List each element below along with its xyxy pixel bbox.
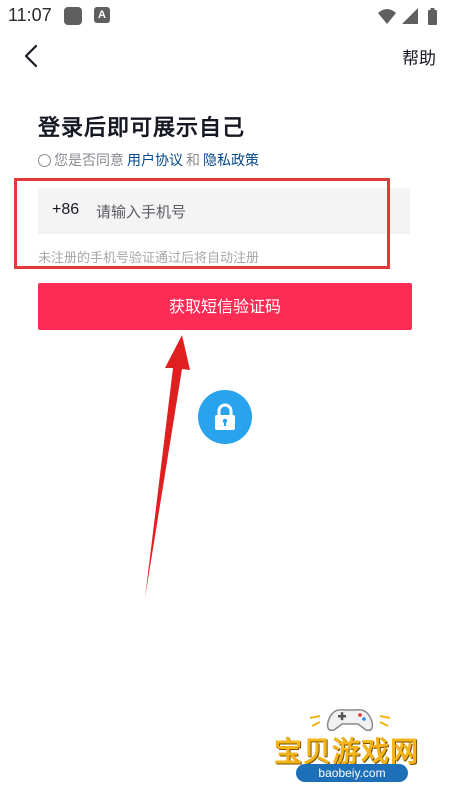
watermark: 宝贝游戏网 baobeiy.com [270,700,430,800]
nav-bar: 帮助 [0,36,450,76]
status-bar: 11:07 A [0,0,450,32]
battery-icon [428,8,437,25]
agree-and: 和 [186,153,200,169]
watermark-url: baobeiy.com [296,764,408,782]
page-title: 登录后即可展示自己 [38,116,246,141]
cellular-signal-icon [402,8,418,24]
user-agreement-link[interactable]: 用户协议 [127,150,183,170]
app-notification-icon [64,7,82,25]
back-button[interactable] [18,42,46,70]
agree-prefix: 您是否同意 [54,153,124,169]
wifi-icon [378,9,396,24]
get-sms-code-button[interactable]: 获取短信验证码 [38,283,412,330]
help-link[interactable]: 帮助 [402,44,436,69]
a-notification-icon: A [94,7,110,23]
privacy-policy-link[interactable]: 隐私政策 [203,150,259,170]
lock-button[interactable] [198,390,252,444]
highlight-box [14,178,390,269]
lock-icon [215,403,235,430]
status-time: 11:07 [8,5,52,25]
status-icons [376,6,444,28]
agree-radio[interactable] [38,153,51,167]
back-arrow-icon [24,44,38,68]
agreement-row: 您是否同意 用户协议 和 隐私政策 [38,150,262,170]
